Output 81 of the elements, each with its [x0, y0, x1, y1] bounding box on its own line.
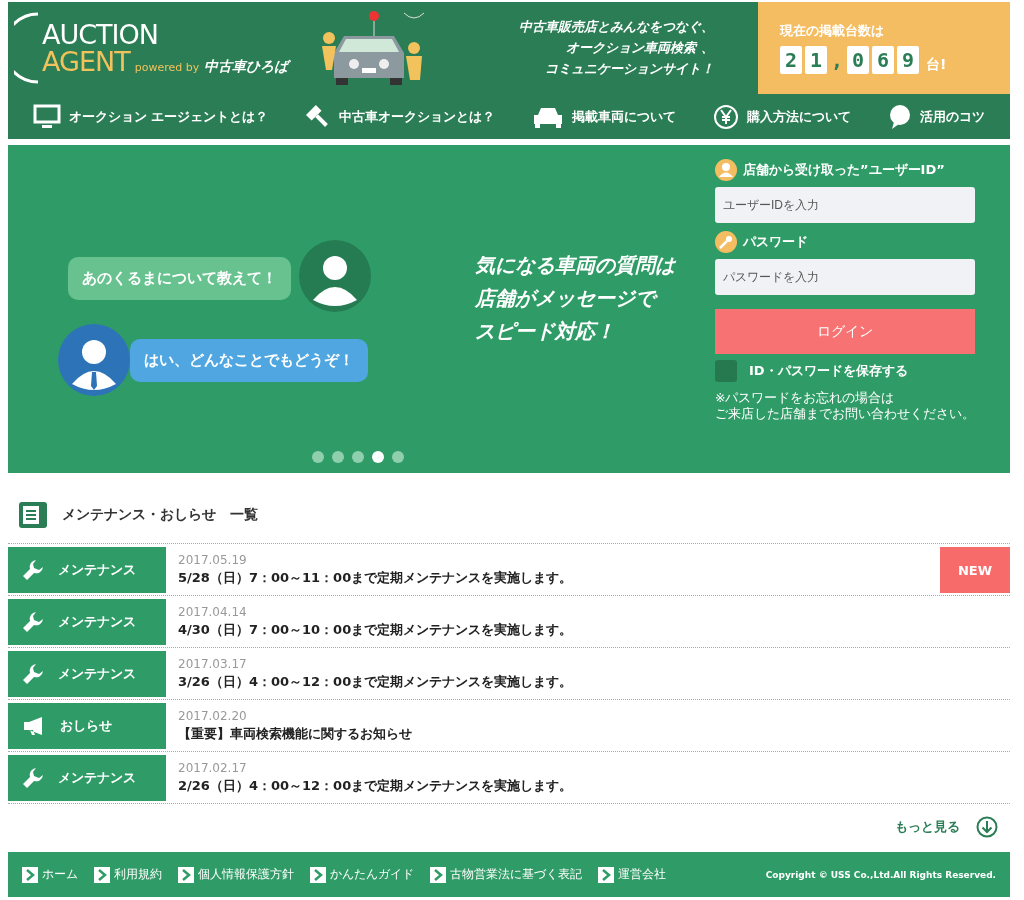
footer-link[interactable]: ホーム: [22, 866, 78, 883]
category-text: おしらせ: [60, 717, 112, 735]
wrench-icon: [22, 767, 44, 789]
tagline-text: オークション車両検索 、: [566, 39, 714, 57]
login-button[interactable]: ログイン: [715, 309, 975, 354]
nav-link[interactable]: 中古車オークションとは？: [305, 103, 496, 130]
brand-name: 中古車ひろば: [204, 59, 289, 73]
counter-digit: 9: [897, 46, 919, 74]
news-link[interactable]: 5/28（日）7：00～11：00まで定期メンテナンスを実施します。: [178, 569, 940, 587]
field-label: パスワード: [743, 233, 808, 251]
more-link[interactable]: もっと見る: [895, 818, 960, 836]
logo-text: AGENT: [42, 48, 130, 75]
counter-digit: 2: [780, 46, 802, 74]
user-id-field[interactable]: ユーザーIDを入力: [715, 187, 975, 223]
footer-link[interactable]: 運営会社: [598, 866, 666, 883]
footer-link[interactable]: 個人情報保護方針: [178, 866, 294, 883]
category-text: メンテナンス: [58, 561, 136, 579]
wrench-icon: [22, 559, 44, 581]
new-badge: NEW: [940, 547, 1010, 593]
checkbox-label: ID・パスワードを保存する: [749, 362, 908, 380]
news-date: 2017.05.19: [178, 553, 248, 567]
category-text: メンテナンス: [58, 613, 136, 631]
footer-link[interactable]: 古物営業法に基づく表記: [430, 866, 582, 883]
category-text: メンテナンス: [58, 769, 136, 787]
monitor-icon: [32, 103, 61, 130]
category-text: メンテナンス: [58, 665, 136, 683]
speech-bubble: はい、どんなことでもどうぞ！: [130, 338, 368, 382]
user-icon: [715, 159, 737, 181]
hero-headline: 店舗がメッセージで: [475, 284, 675, 312]
section-title: メンテナンス・おしらせ 一覧: [62, 506, 258, 524]
yen-icon: [713, 103, 740, 130]
news-date: 2017.02.20: [178, 709, 248, 723]
counter-digit: 0: [847, 46, 869, 74]
nav-link[interactable]: 掲載車両について: [532, 104, 677, 129]
powered-by-text: powered by: [134, 62, 200, 73]
news-date: 2017.03.17: [178, 657, 248, 671]
chevron-icon: [598, 866, 614, 883]
logo-text: AUCTION: [42, 21, 159, 48]
password-field[interactable]: パスワードを入力: [715, 259, 975, 295]
carousel-dot[interactable]: [311, 451, 324, 463]
hero-headline: スピード対応！: [475, 317, 616, 345]
carousel-dot[interactable]: [371, 451, 384, 463]
carousel-dot[interactable]: [331, 451, 344, 463]
chevron-icon: [22, 866, 38, 883]
news-date: 2017.04.14: [178, 605, 248, 619]
carousel-dot[interactable]: [391, 451, 404, 463]
hero-headline: 気になる車両の質問は: [475, 251, 675, 279]
chevron-icon: [94, 866, 110, 883]
counter-digit: 6: [872, 46, 894, 74]
news-link[interactable]: 2/26（日）4：00～12：00まで定期メンテナンスを実施します。: [178, 777, 1010, 795]
forgot-password-note: ※パスワードをお忘れの場合は ご来店した店舗までお問い合わせください。: [715, 390, 976, 423]
document-icon: [18, 501, 48, 529]
nav-link[interactable]: 購入方法について: [713, 103, 852, 130]
chevron-icon: [178, 866, 194, 883]
nav-link[interactable]: オークション エージェントとは？: [32, 103, 269, 130]
chevron-icon: [430, 866, 446, 883]
news-link[interactable]: 【重要】車両検索機能に関するお知らせ: [178, 725, 1010, 743]
tagline-text: コミュニケーションサイト！: [545, 60, 714, 78]
wrench-icon: [22, 663, 44, 685]
copyright-text: Copyright © USS Co.,Ltd.All Rights Reserved.: [765, 869, 996, 880]
speech-bubble-icon: [888, 103, 913, 130]
chevron-icon: [310, 866, 326, 883]
counter-label: 現在の掲載台数は: [780, 22, 885, 40]
counter-digit: 1: [805, 46, 827, 74]
news-date: 2017.02.17: [178, 761, 248, 775]
footer-link[interactable]: かんたんガイド: [310, 866, 414, 883]
checkbox[interactable]: [715, 360, 737, 382]
wrench-icon: [22, 611, 44, 633]
person-avatar: [299, 240, 371, 312]
news-link[interactable]: 3/26（日）4：00～12：00まで定期メンテナンスを実施します。: [178, 673, 1010, 691]
nav-link[interactable]: 活用のコツ: [888, 103, 986, 130]
tagline-text: 中古車販売店とみんなをつなぐ、: [519, 18, 714, 36]
counter-digit: ,: [830, 47, 844, 74]
field-label: 店舗から受け取った”ユーザーID”: [743, 161, 945, 179]
counter-unit: 台!: [926, 56, 947, 74]
speech-bubble: あのくるまについて教えて！: [68, 256, 291, 300]
news-link[interactable]: 4/30（日）7：00～10：00まで定期メンテナンスを実施します。: [178, 621, 1010, 639]
key-icon: [715, 231, 737, 253]
carousel-dot[interactable]: [351, 451, 364, 463]
footer-link[interactable]: 利用規約: [94, 866, 162, 883]
person-avatar: [58, 324, 130, 396]
